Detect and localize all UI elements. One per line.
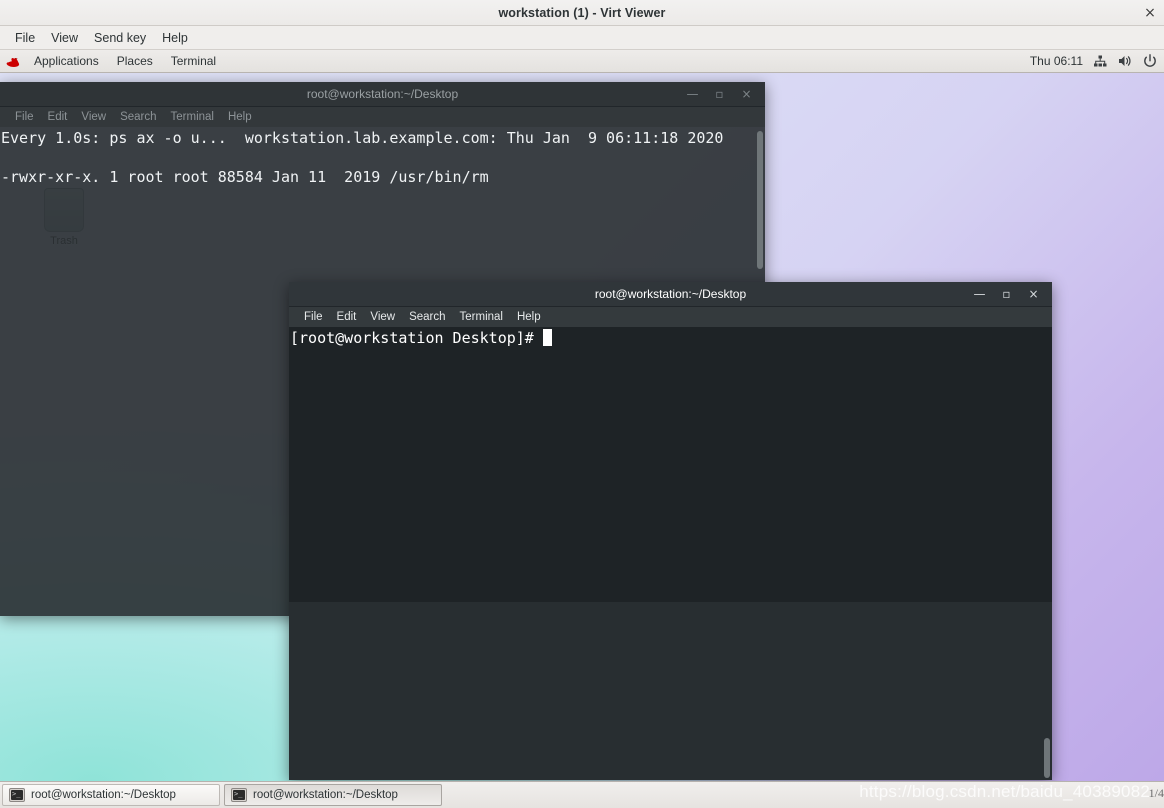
gnome-panel-left: Applications Places Terminal	[0, 52, 225, 70]
terminal-1-menu-edit[interactable]: Edit	[41, 110, 75, 124]
terminal-1-output: Every 1.0s: ps ax -o u... workstation.la…	[1, 129, 724, 186]
terminal-2-menu-view[interactable]: View	[363, 310, 402, 324]
virt-viewer-menubar: File View Send key Help	[0, 26, 1164, 50]
power-icon[interactable]	[1142, 53, 1158, 69]
terminal-2-menu-help[interactable]: Help	[510, 310, 548, 324]
desktop-area: Trash root@workstation:~/Desktop — ▫ × F…	[0, 73, 1164, 781]
gnome-menu-places[interactable]: Places	[108, 52, 162, 70]
close-icon[interactable]: ×	[1027, 288, 1040, 301]
network-icon[interactable]	[1092, 53, 1108, 69]
terminal-1-menu-view[interactable]: View	[74, 110, 113, 124]
menu-item-file[interactable]: File	[7, 29, 43, 47]
menu-item-help[interactable]: Help	[154, 29, 196, 47]
clock[interactable]: Thu 06:11	[1030, 54, 1083, 68]
terminal-2-prompt-line: [root@workstation Desktop]#	[289, 327, 1052, 349]
terminal-2-window-buttons: — ▫ ×	[973, 288, 1052, 301]
terminal-2-upper-region	[289, 327, 1052, 602]
gnome-menu-terminal[interactable]: Terminal	[162, 52, 225, 70]
gnome-top-panel: Applications Places Terminal Thu 06:11	[0, 50, 1164, 73]
terminal-1-menubar: File Edit View Search Terminal Help	[0, 107, 765, 127]
maximize-icon[interactable]: ▫	[1000, 288, 1013, 301]
terminal-icon: >_	[9, 788, 25, 802]
terminal-2-titlebar[interactable]: root@workstation:~/Desktop — ▫ ×	[289, 282, 1052, 307]
terminal-2-scrollbar-thumb[interactable]	[1044, 738, 1050, 778]
terminal-icon: >_	[231, 788, 247, 802]
close-icon[interactable]: ×	[740, 88, 753, 101]
virt-viewer-title: workstation (1) - Virt Viewer	[498, 5, 666, 20]
menu-item-send-key[interactable]: Send key	[86, 29, 154, 47]
terminal-2-scrollbar[interactable]	[1042, 327, 1052, 780]
maximize-icon[interactable]: ▫	[713, 88, 726, 101]
terminal-window-2[interactable]: root@workstation:~/Desktop — ▫ × File Ed…	[289, 282, 1052, 780]
terminal-2-title: root@workstation:~/Desktop	[594, 287, 747, 301]
taskbar: >_ root@workstation:~/Desktop >_ root@wo…	[0, 781, 1164, 808]
terminal-2-menubar: File Edit View Search Terminal Help	[289, 307, 1052, 327]
terminal-1-titlebar[interactable]: root@workstation:~/Desktop — ▫ ×	[0, 82, 765, 107]
terminal-1-menu-terminal[interactable]: Terminal	[164, 110, 221, 124]
taskbar-item-label: root@workstation:~/Desktop	[253, 789, 398, 801]
terminal-2-menu-terminal[interactable]: Terminal	[453, 310, 510, 324]
virt-viewer-titlebar: workstation (1) - Virt Viewer ×	[0, 0, 1164, 26]
terminal-1-menu-help[interactable]: Help	[221, 110, 259, 124]
terminal-2-prompt-text: [root@workstation Desktop]#	[290, 329, 543, 347]
virt-viewer-window: workstation (1) - Virt Viewer × File Vie…	[0, 0, 1164, 808]
terminal-1-window-buttons: — ▫ ×	[686, 88, 765, 101]
terminal-1-menu-file[interactable]: File	[8, 110, 41, 124]
terminal-1-scrollbar-thumb[interactable]	[757, 131, 763, 269]
gnome-menu-applications[interactable]: Applications	[25, 52, 108, 70]
terminal-2-body[interactable]: [root@workstation Desktop]#	[289, 327, 1052, 780]
taskbar-item-terminal-2[interactable]: >_ root@workstation:~/Desktop	[224, 784, 442, 806]
terminal-2-menu-search[interactable]: Search	[402, 310, 452, 324]
terminal-1-menu-search[interactable]: Search	[113, 110, 163, 124]
volume-icon[interactable]	[1117, 53, 1133, 69]
minimize-icon[interactable]: —	[973, 288, 986, 301]
taskbar-item-label: root@workstation:~/Desktop	[31, 789, 176, 801]
terminal-1-title: root@workstation:~/Desktop	[306, 87, 459, 101]
minimize-icon[interactable]: —	[686, 88, 699, 101]
terminal-2-menu-file[interactable]: File	[297, 310, 330, 324]
terminal-cursor	[542, 329, 552, 346]
gnome-panel-right: Thu 06:11	[1030, 53, 1164, 69]
close-icon[interactable]: ×	[1141, 4, 1159, 22]
page-indicator: 1/4	[1148, 786, 1164, 800]
redhat-logo-icon	[5, 54, 21, 68]
taskbar-item-terminal-1[interactable]: >_ root@workstation:~/Desktop	[2, 784, 220, 806]
terminal-2-menu-edit[interactable]: Edit	[330, 310, 364, 324]
menu-item-view[interactable]: View	[43, 29, 86, 47]
